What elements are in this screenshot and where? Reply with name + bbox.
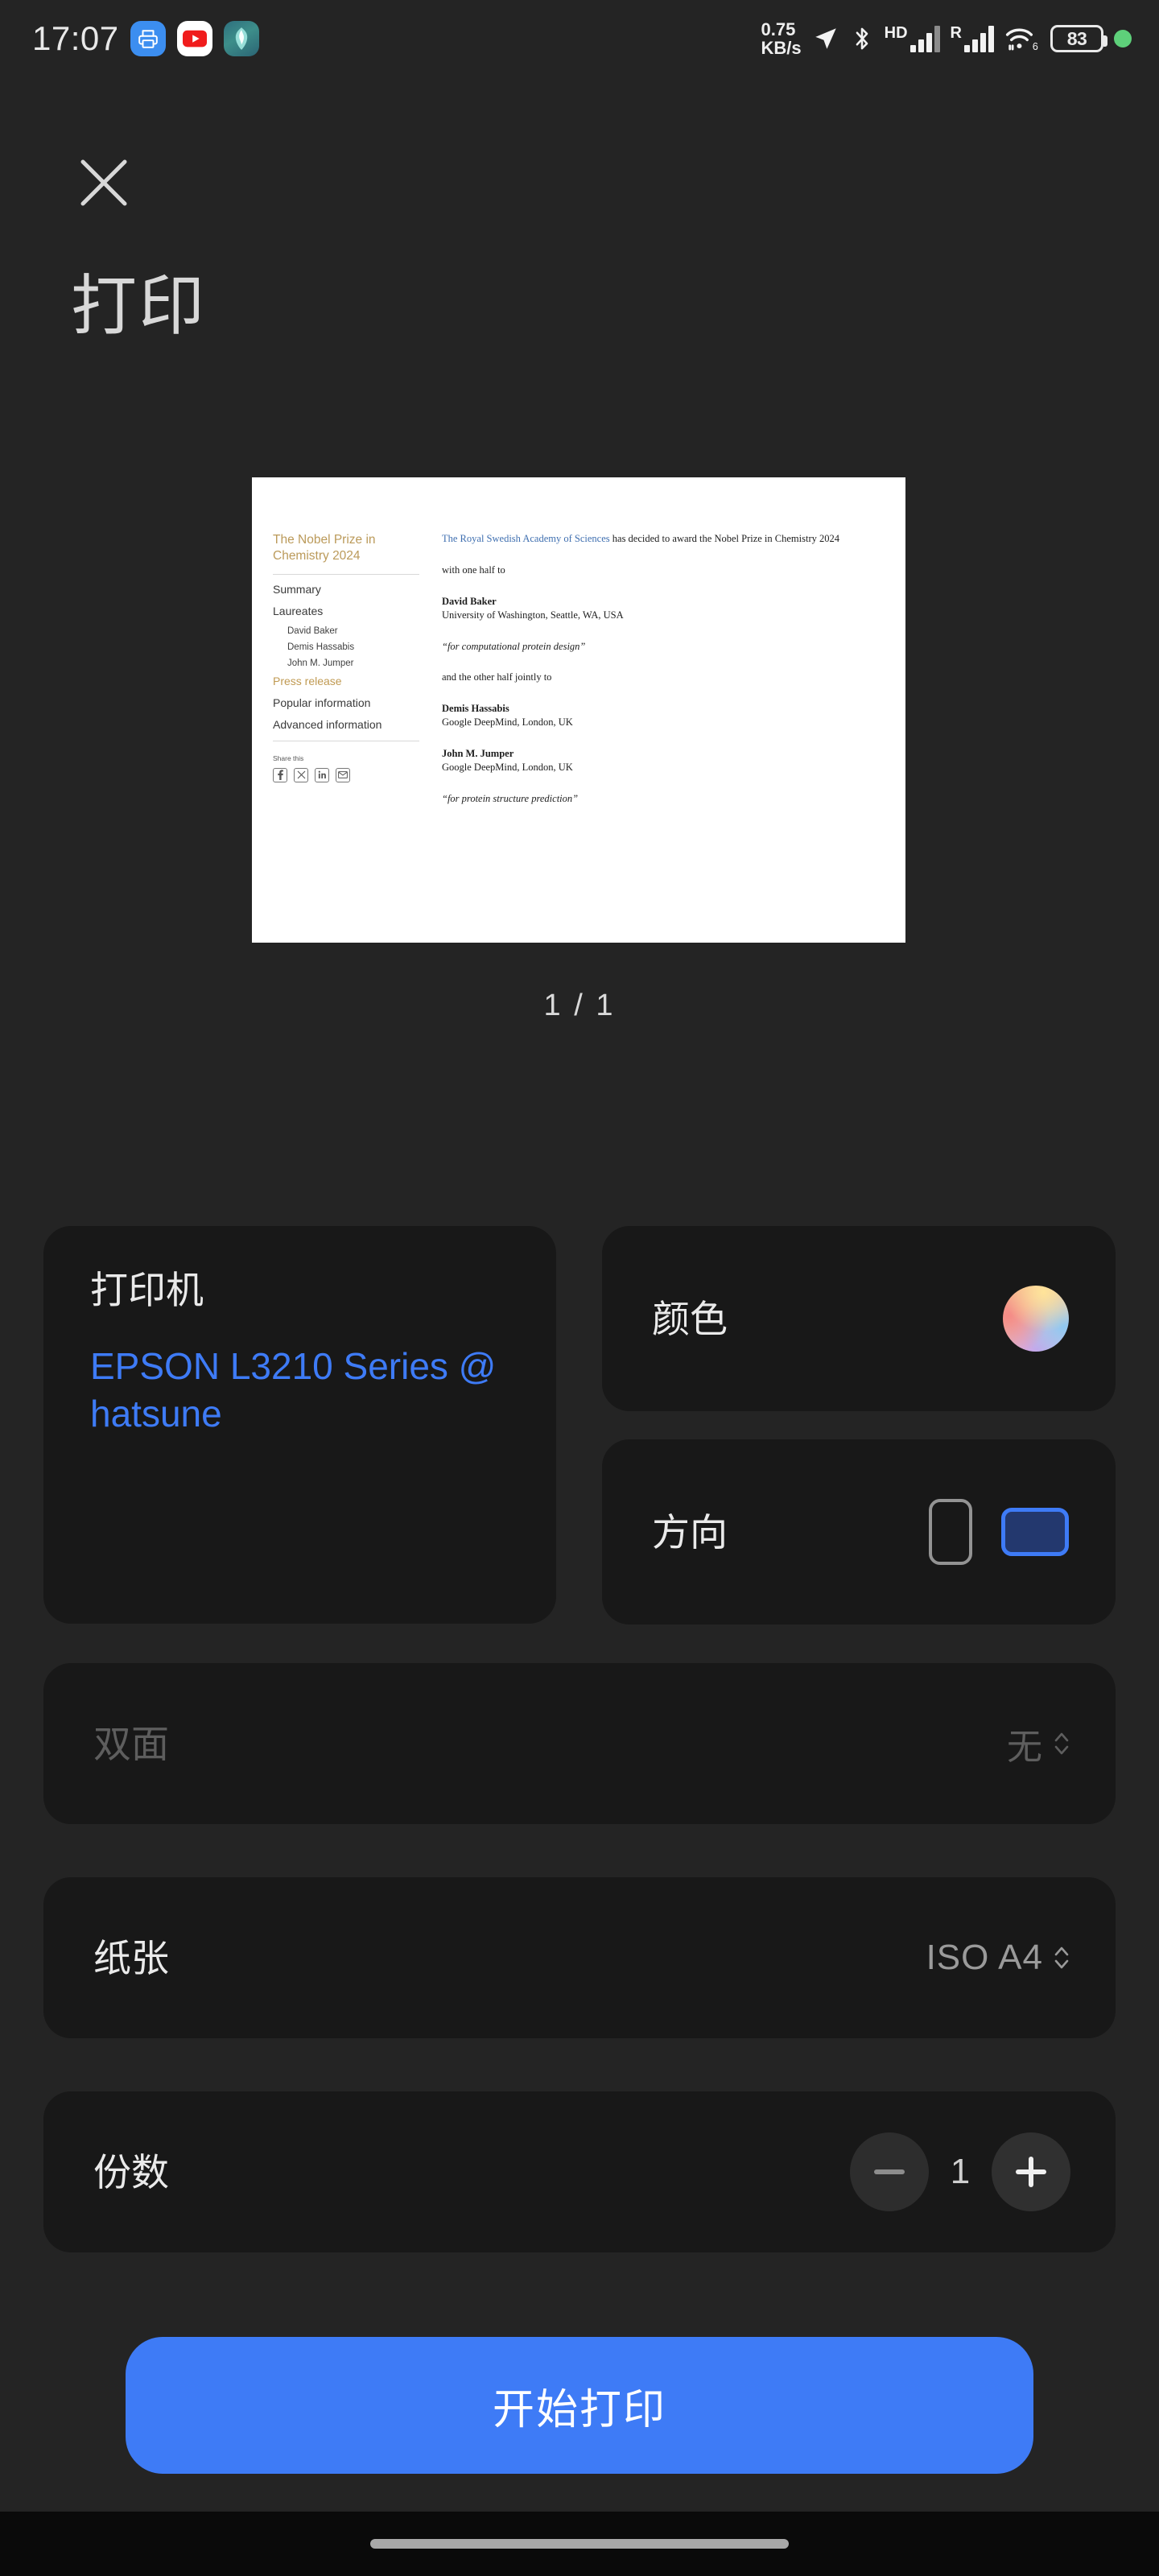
- wifi-6-icon: 6: [1004, 25, 1040, 52]
- doc-intro-rest: has decided to award the Nobel Prize in …: [609, 533, 839, 544]
- signal-1-icon: HD: [885, 25, 940, 52]
- doc-intro-link[interactable]: The Royal Swedish Academy of Sciences: [442, 533, 610, 544]
- close-icon[interactable]: [74, 153, 134, 213]
- home-handle[interactable]: [370, 2539, 789, 2549]
- signal-bars-1: [909, 25, 940, 52]
- minus-icon[interactable]: [850, 2132, 929, 2211]
- doc-laureate-3-name: John M. Jumper: [442, 748, 514, 759]
- copies-value: 1: [950, 2152, 971, 2191]
- chevron-updown-icon[interactable]: [1053, 1730, 1070, 1757]
- orientation-card[interactable]: 方向: [602, 1439, 1116, 1624]
- linkedin-icon[interactable]: [315, 767, 329, 782]
- recording-dot-icon: [1114, 30, 1132, 47]
- start-print-button-label: 开始打印: [492, 2386, 666, 2434]
- paper-label: 纸张: [93, 1936, 169, 1979]
- duplex-row[interactable]: 双面 无: [43, 1663, 1116, 1824]
- doc-nav-press-release[interactable]: Press release: [273, 675, 419, 687]
- copies-label: 份数: [93, 2150, 169, 2194]
- doc-nav-popular-information[interactable]: Popular information: [273, 696, 419, 709]
- doc-nav-summary[interactable]: Summary: [273, 583, 419, 596]
- status-bar-clock: 17:07: [32, 19, 119, 57]
- document-site-title: The Nobel Prize in Chemistry 2024: [273, 533, 376, 563]
- hd-label: HD: [884, 24, 908, 42]
- doc-nav-demis-hassabis[interactable]: Demis Hassabis: [287, 642, 419, 652]
- battery-indicator: 83: [1050, 25, 1107, 52]
- duplex-value-wrap[interactable]: 无: [1007, 1718, 1070, 1769]
- doc-laureate-1-name: David Baker: [442, 595, 497, 607]
- network-speed-unit: KB/s: [761, 38, 802, 58]
- svg-text:6: 6: [1033, 40, 1038, 52]
- printer-label: 打印机: [90, 1269, 204, 1311]
- landscape-icon[interactable]: [1001, 1508, 1069, 1556]
- share-this-label: Share this: [273, 753, 304, 762]
- paper-value-wrap[interactable]: ISO A4: [926, 1938, 1070, 1978]
- color-card[interactable]: 颜色: [602, 1226, 1116, 1411]
- system-nav-bar: [0, 2512, 1159, 2576]
- document-body: The Royal Swedish Academy of Sciences ha…: [431, 532, 886, 943]
- facebook-icon[interactable]: [273, 767, 287, 782]
- status-bar-left: 17:07: [32, 19, 259, 58]
- security-app-icon[interactable]: [223, 21, 259, 56]
- youtube-app-icon[interactable]: [176, 21, 212, 56]
- document-sidebar: The Nobel Prize in Chemistry 2024 Summar…: [273, 532, 431, 943]
- status-bar: 17:07 0.75 KB/s HD R 6 83: [0, 0, 1159, 77]
- color-gradient-swatch-icon[interactable]: [1003, 1286, 1069, 1352]
- printer-app-icon[interactable]: [130, 21, 166, 56]
- email-icon[interactable]: [336, 767, 350, 782]
- page-indicator: 1 / 1: [543, 989, 616, 1022]
- doc-half-two: and the other half jointly to: [442, 671, 552, 683]
- nobel-prize-document: The Nobel Prize in Chemistry 2024 Summar…: [252, 477, 905, 943]
- status-bar-right: 0.75 KB/s HD R 6 83: [761, 20, 1132, 57]
- paper-row[interactable]: 纸张 ISO A4: [43, 1877, 1116, 2038]
- doc-nav-david-baker[interactable]: David Baker: [287, 626, 419, 636]
- doc-laureate-2-affiliation: Google DeepMind, London, UK: [442, 716, 573, 729]
- start-print-button[interactable]: 开始打印: [126, 2337, 1033, 2474]
- signal-bars-2: [964, 25, 994, 52]
- doc-laureate-2: Demis Hassabis Google DeepMind, London, …: [442, 702, 886, 729]
- document-preview[interactable]: The Nobel Prize in Chemistry 2024 Summar…: [252, 477, 905, 943]
- print-dialog-screen: 17:07 0.75 KB/s HD R 6 83 打印 The Nobel P…: [0, 0, 1159, 2576]
- paper-value: ISO A4: [926, 1938, 1043, 1977]
- doc-laureate-3-affiliation: Google DeepMind, London, UK: [442, 761, 573, 773]
- x-twitter-icon[interactable]: [294, 767, 308, 782]
- duplex-label: 双面: [93, 1722, 169, 1765]
- doc-laureate-1-affiliation: University of Washington, Seattle, WA, U…: [442, 609, 624, 621]
- chevron-updown-icon[interactable]: [1053, 1944, 1070, 1971]
- bluetooth-icon: [850, 25, 874, 52]
- orientation-options: [929, 1499, 1069, 1565]
- network-speed-value: 0.75: [761, 19, 796, 39]
- document-divider: [273, 573, 419, 575]
- doc-laureate-23-citation: “for protein structure prediction”: [442, 792, 579, 804]
- doc-laureate-2-name: Demis Hassabis: [442, 703, 509, 715]
- portrait-icon[interactable]: [929, 1499, 972, 1565]
- doc-nav-advanced-information[interactable]: Advanced information: [273, 718, 419, 731]
- color-label: 颜色: [652, 1297, 728, 1340]
- printer-card[interactable]: 打印机 EPSON L3210 Series @ hatsune: [43, 1226, 556, 1624]
- doc-half-one: with one half to: [442, 564, 505, 576]
- orientation-label: 方向: [652, 1510, 728, 1554]
- doc-intro-paragraph: The Royal Swedish Academy of Sciences ha…: [442, 532, 886, 546]
- network-speed: 0.75 KB/s: [761, 20, 802, 57]
- page-title: 打印: [71, 270, 207, 343]
- location-icon: [812, 25, 839, 52]
- share-icons-row: [273, 767, 419, 782]
- doc-laureate-3: John M. Jumper Google DeepMind, London, …: [442, 747, 886, 774]
- doc-nav-laureates[interactable]: Laureates: [273, 605, 419, 617]
- roaming-label: R: [950, 24, 962, 42]
- battery-percent: 83: [1066, 27, 1087, 49]
- doc-laureate-1-citation: “for computational protein design”: [442, 640, 586, 652]
- doc-nav-john-jumper[interactable]: John M. Jumper: [287, 658, 419, 668]
- copies-row: 份数 1: [43, 2091, 1116, 2252]
- duplex-value: 无: [1007, 1728, 1043, 1767]
- doc-laureate-1: David Baker University of Washington, Se…: [442, 595, 886, 622]
- copies-stepper: 1: [850, 2132, 1070, 2211]
- printer-value: EPSON L3210 Series @ hatsune: [90, 1345, 497, 1435]
- signal-2-icon: R: [951, 25, 994, 52]
- plus-icon[interactable]: [992, 2132, 1070, 2211]
